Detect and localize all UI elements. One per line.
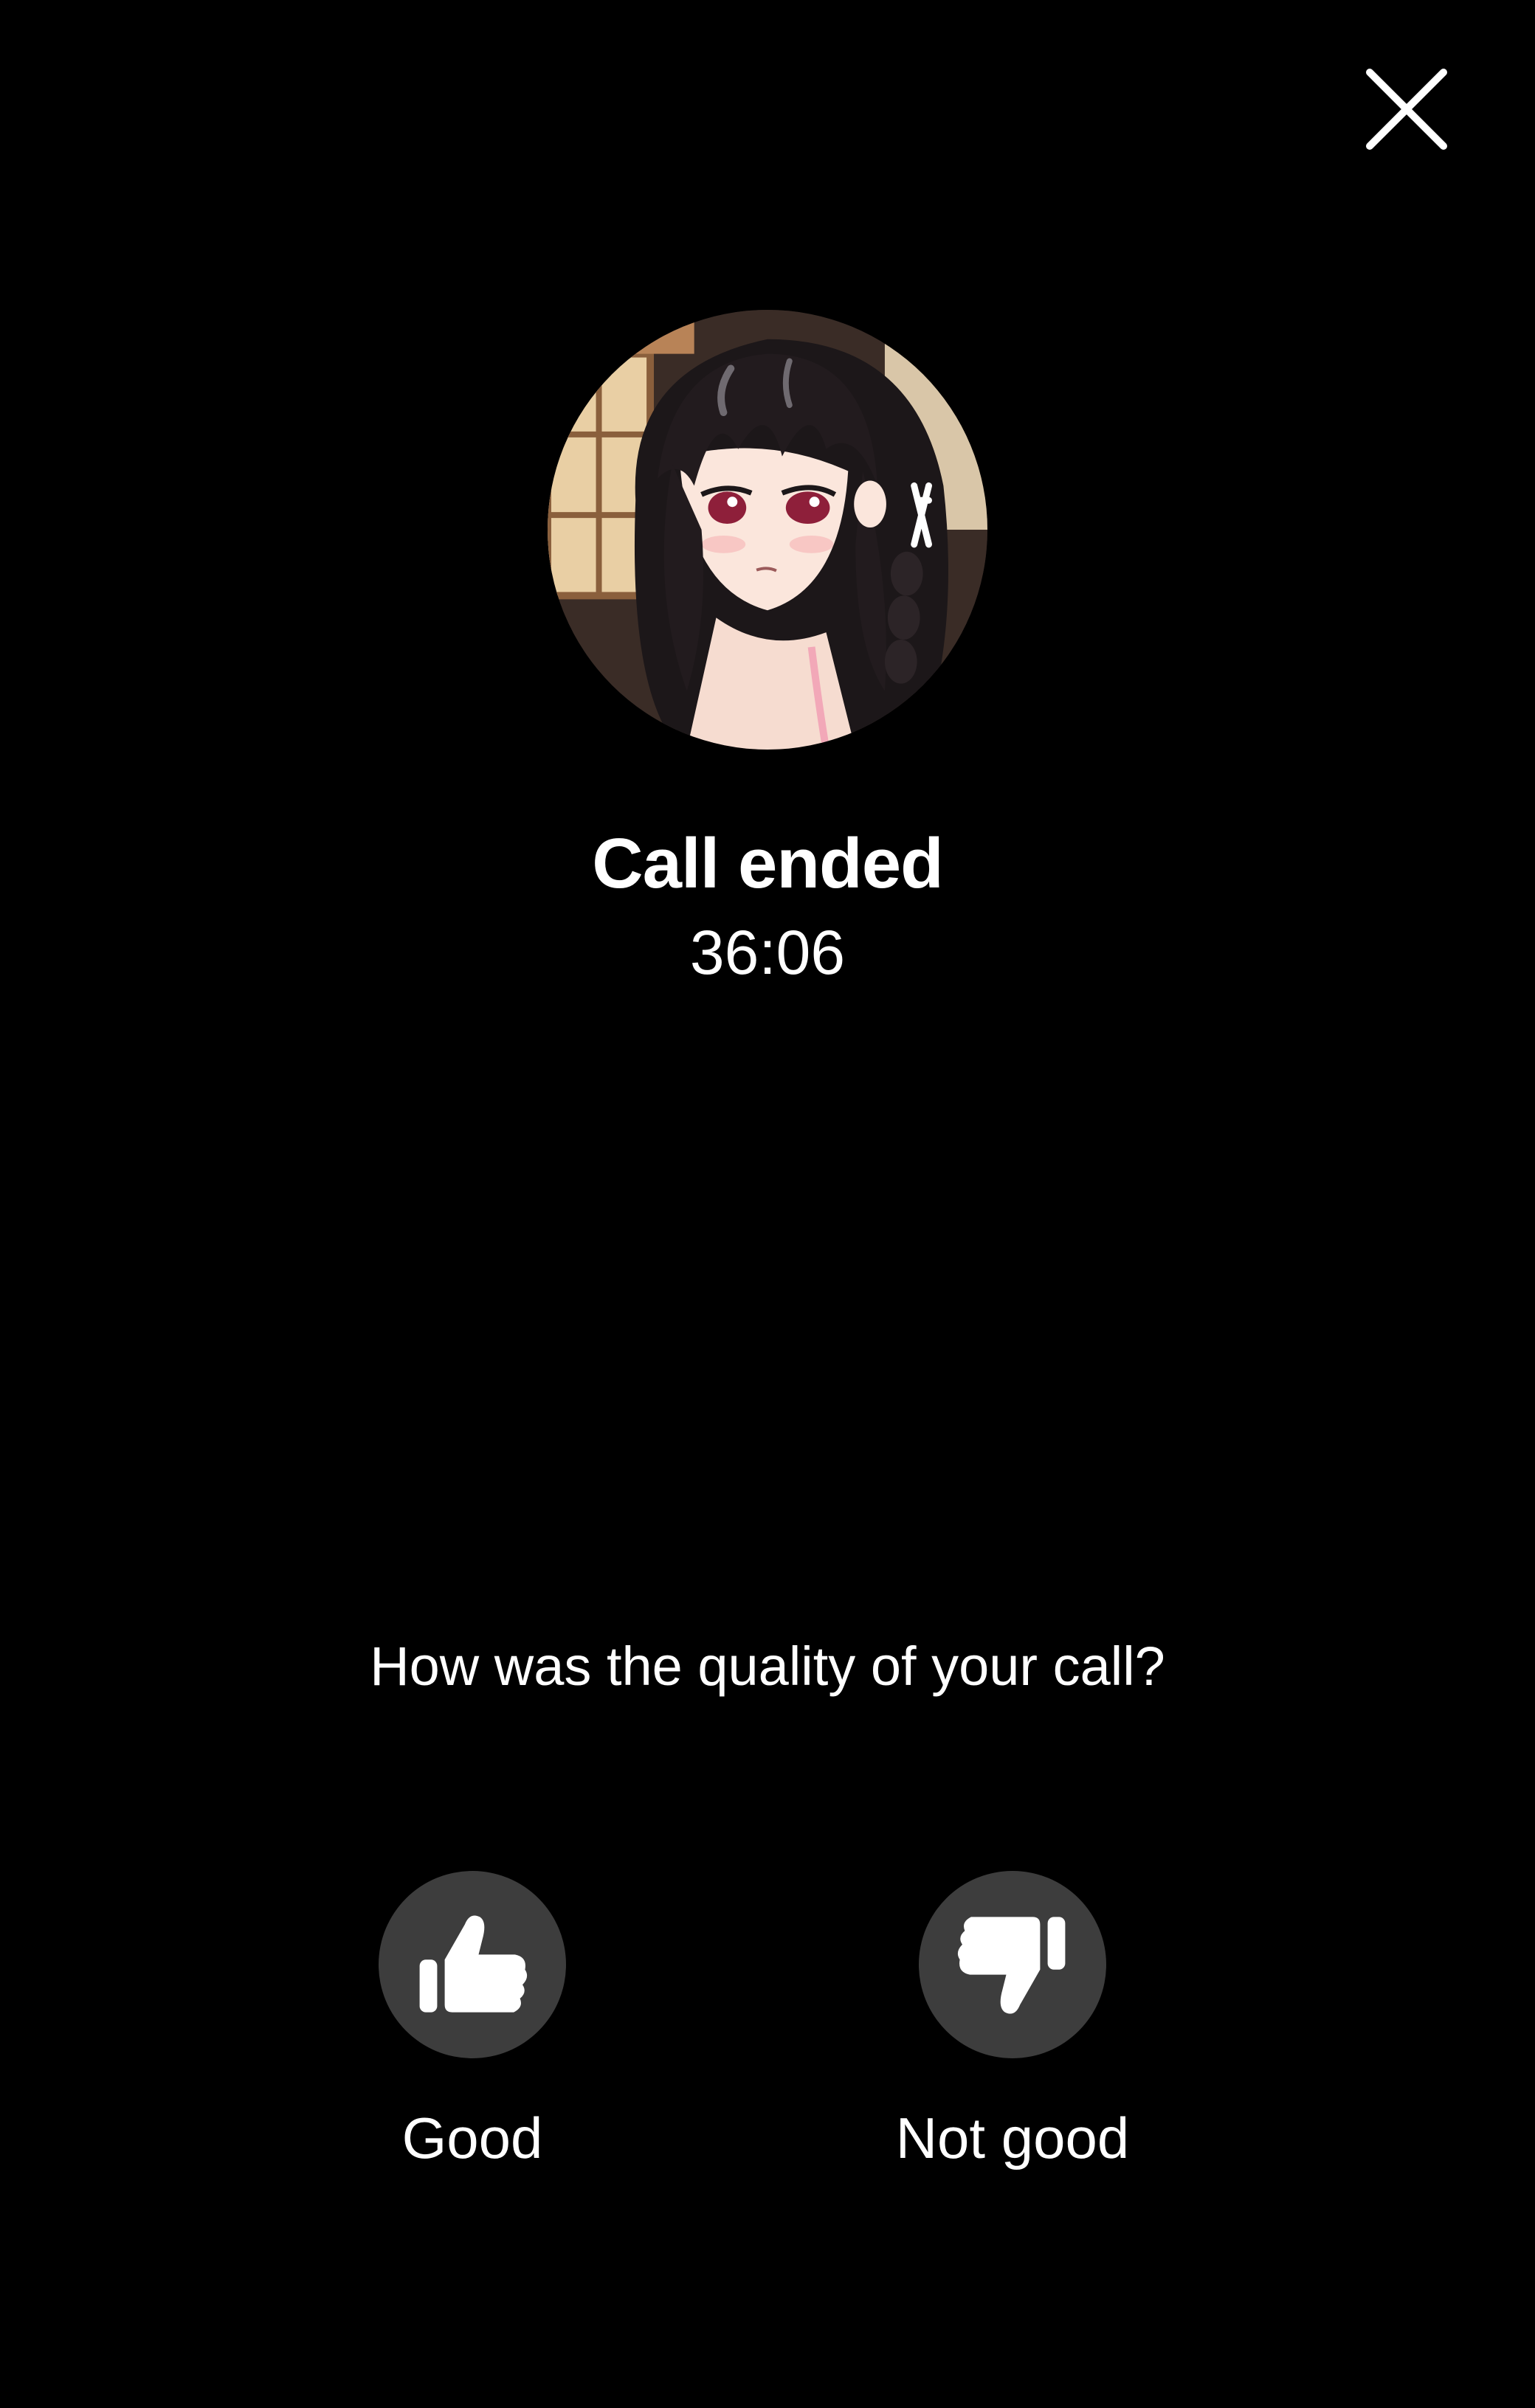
thumbs-down-icon (957, 1917, 1066, 2014)
not-good-button[interactable]: Not good (821, 1871, 1204, 2175)
close-button[interactable] (1362, 65, 1451, 153)
not-good-button-circle[interactable] (919, 1871, 1106, 2058)
call-duration: 36:06 (689, 918, 846, 987)
thumbs-up-icon (419, 1915, 528, 2013)
close-icon (1366, 69, 1447, 150)
contact-avatar (548, 310, 987, 750)
good-button-circle[interactable] (379, 1871, 566, 2058)
call-status: Call ended (592, 824, 943, 903)
good-label: Good (401, 2106, 543, 2170)
feedback-question: How was the quality of your call? (370, 1636, 1165, 1697)
good-button[interactable]: Good (280, 1871, 664, 2175)
avatar-image (548, 310, 987, 750)
not-good-label: Not good (895, 2106, 1130, 2170)
